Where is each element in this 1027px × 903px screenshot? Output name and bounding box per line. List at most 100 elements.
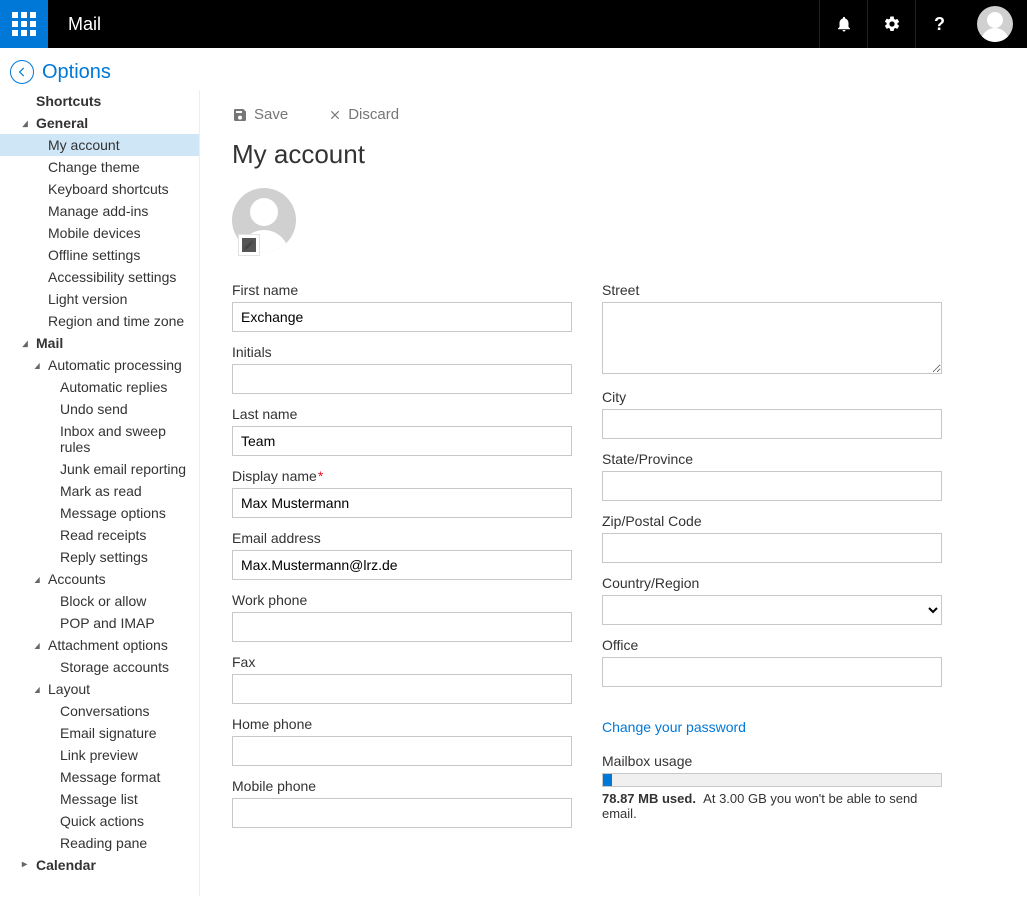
- sidebar-item-light-version[interactable]: Light version: [0, 288, 199, 310]
- help-button[interactable]: ?: [915, 0, 963, 48]
- label-mobile-phone: Mobile phone: [232, 778, 572, 794]
- label-email: Email address: [232, 530, 572, 546]
- settings-button[interactable]: [867, 0, 915, 48]
- sidebar-item-block-or-allow[interactable]: Block or allow: [0, 590, 199, 612]
- input-city[interactable]: [602, 409, 942, 439]
- profile-photo: [232, 188, 298, 254]
- sidebar-item-reading-pane[interactable]: Reading pane: [0, 832, 199, 854]
- discard-label: Discard: [348, 106, 399, 123]
- sidebar-attachment-options[interactable]: Attachment options: [0, 634, 199, 656]
- options-sidebar: Shortcuts General My account Change them…: [0, 90, 200, 896]
- content-area: Save Discard My account First name: [200, 90, 1027, 880]
- sidebar-item-offline-settings[interactable]: Offline settings: [0, 244, 199, 266]
- save-label: Save: [254, 106, 288, 123]
- options-header: Options: [0, 48, 1027, 90]
- arrow-left-icon: [15, 65, 29, 79]
- save-button[interactable]: Save: [232, 106, 288, 123]
- change-password-link[interactable]: Change your password: [602, 719, 746, 735]
- sidebar-item-change-theme[interactable]: Change theme: [0, 156, 199, 178]
- sidebar-automatic-processing[interactable]: Automatic processing: [0, 354, 199, 376]
- input-display-name[interactable]: [232, 488, 572, 518]
- sidebar-item-conversations[interactable]: Conversations: [0, 700, 199, 722]
- form-right-column: Street City State/Province Zip/Postal Co…: [602, 282, 942, 840]
- sidebar-item-message-list[interactable]: Message list: [0, 788, 199, 810]
- sidebar-calendar[interactable]: Calendar: [0, 854, 199, 876]
- input-initials[interactable]: [232, 364, 572, 394]
- input-first-name[interactable]: [232, 302, 572, 332]
- input-fax[interactable]: [232, 674, 572, 704]
- input-email[interactable]: [232, 550, 572, 580]
- label-display-name: Display name*: [232, 468, 572, 484]
- input-last-name[interactable]: [232, 426, 572, 456]
- sidebar-item-undo-send[interactable]: Undo send: [0, 398, 199, 420]
- avatar-icon: [977, 6, 1013, 42]
- notifications-button[interactable]: [819, 0, 867, 48]
- input-office[interactable]: [602, 657, 942, 687]
- sidebar-item-quick-actions[interactable]: Quick actions: [0, 810, 199, 832]
- sidebar-item-accessibility-settings[interactable]: Accessibility settings: [0, 266, 199, 288]
- input-state[interactable]: [602, 471, 942, 501]
- input-street[interactable]: [602, 302, 942, 374]
- sidebar-item-my-account[interactable]: My account: [0, 134, 199, 156]
- label-first-name: First name: [232, 282, 572, 298]
- label-home-phone: Home phone: [232, 716, 572, 732]
- user-menu[interactable]: [963, 0, 1027, 48]
- sidebar-item-message-format[interactable]: Message format: [0, 766, 199, 788]
- label-office: Office: [602, 637, 942, 653]
- app-title: Mail: [48, 0, 819, 48]
- top-toolbar: Mail ?: [0, 0, 1027, 48]
- app-launcher[interactable]: [0, 0, 48, 48]
- sidebar-general[interactable]: General: [0, 112, 199, 134]
- label-street: Street: [602, 282, 942, 298]
- label-state: State/Province: [602, 451, 942, 467]
- sidebar-item-mobile-devices[interactable]: Mobile devices: [0, 222, 199, 244]
- save-icon: [232, 107, 248, 123]
- input-mobile-phone[interactable]: [232, 798, 572, 828]
- sidebar-mail[interactable]: Mail: [0, 332, 199, 354]
- form-toolbar: Save Discard: [232, 100, 995, 137]
- sidebar-accounts[interactable]: Accounts: [0, 568, 199, 590]
- input-work-phone[interactable]: [232, 612, 572, 642]
- sidebar-item-email-signature[interactable]: Email signature: [0, 722, 199, 744]
- input-home-phone[interactable]: [232, 736, 572, 766]
- sidebar-shortcuts[interactable]: Shortcuts: [0, 90, 199, 112]
- back-button[interactable]: [10, 60, 34, 84]
- edit-photo-button[interactable]: [238, 234, 260, 256]
- sidebar-item-reply-settings[interactable]: Reply settings: [0, 546, 199, 568]
- label-last-name: Last name: [232, 406, 572, 422]
- label-mailbox-usage: Mailbox usage: [602, 753, 942, 769]
- sidebar-item-region-timezone[interactable]: Region and time zone: [0, 310, 199, 332]
- label-initials: Initials: [232, 344, 572, 360]
- form-left-column: First name Initials Last name Display na…: [232, 282, 572, 840]
- sidebar-item-link-preview[interactable]: Link preview: [0, 744, 199, 766]
- pencil-icon: [243, 239, 255, 251]
- close-icon: [328, 108, 342, 122]
- sidebar-item-junk-email-reporting[interactable]: Junk email reporting: [0, 458, 199, 480]
- label-country: Country/Region: [602, 575, 942, 591]
- input-zip[interactable]: [602, 533, 942, 563]
- gear-icon: [883, 15, 901, 33]
- discard-button[interactable]: Discard: [328, 106, 399, 123]
- sidebar-item-pop-imap[interactable]: POP and IMAP: [0, 612, 199, 634]
- mailbox-usage-bar: [602, 773, 942, 787]
- sidebar-item-inbox-sweep-rules[interactable]: Inbox and sweep rules: [0, 420, 199, 458]
- sidebar-item-mark-as-read[interactable]: Mark as read: [0, 480, 199, 502]
- sidebar-layout[interactable]: Layout: [0, 678, 199, 700]
- mailbox-usage-fill: [603, 774, 612, 786]
- label-work-phone: Work phone: [232, 592, 572, 608]
- help-icon: ?: [934, 14, 945, 35]
- sidebar-item-read-receipts[interactable]: Read receipts: [0, 524, 199, 546]
- options-title: Options: [42, 61, 111, 84]
- sidebar-item-message-options[interactable]: Message options: [0, 502, 199, 524]
- bell-icon: [835, 15, 853, 33]
- sidebar-item-automatic-replies[interactable]: Automatic replies: [0, 376, 199, 398]
- label-city: City: [602, 389, 942, 405]
- page-title: My account: [232, 139, 995, 170]
- sidebar-item-storage-accounts[interactable]: Storage accounts: [0, 656, 199, 678]
- label-zip: Zip/Postal Code: [602, 513, 942, 529]
- select-country[interactable]: [602, 595, 942, 625]
- sidebar-item-manage-addins[interactable]: Manage add-ins: [0, 200, 199, 222]
- label-fax: Fax: [232, 654, 572, 670]
- waffle-icon: [12, 12, 36, 36]
- sidebar-item-keyboard-shortcuts[interactable]: Keyboard shortcuts: [0, 178, 199, 200]
